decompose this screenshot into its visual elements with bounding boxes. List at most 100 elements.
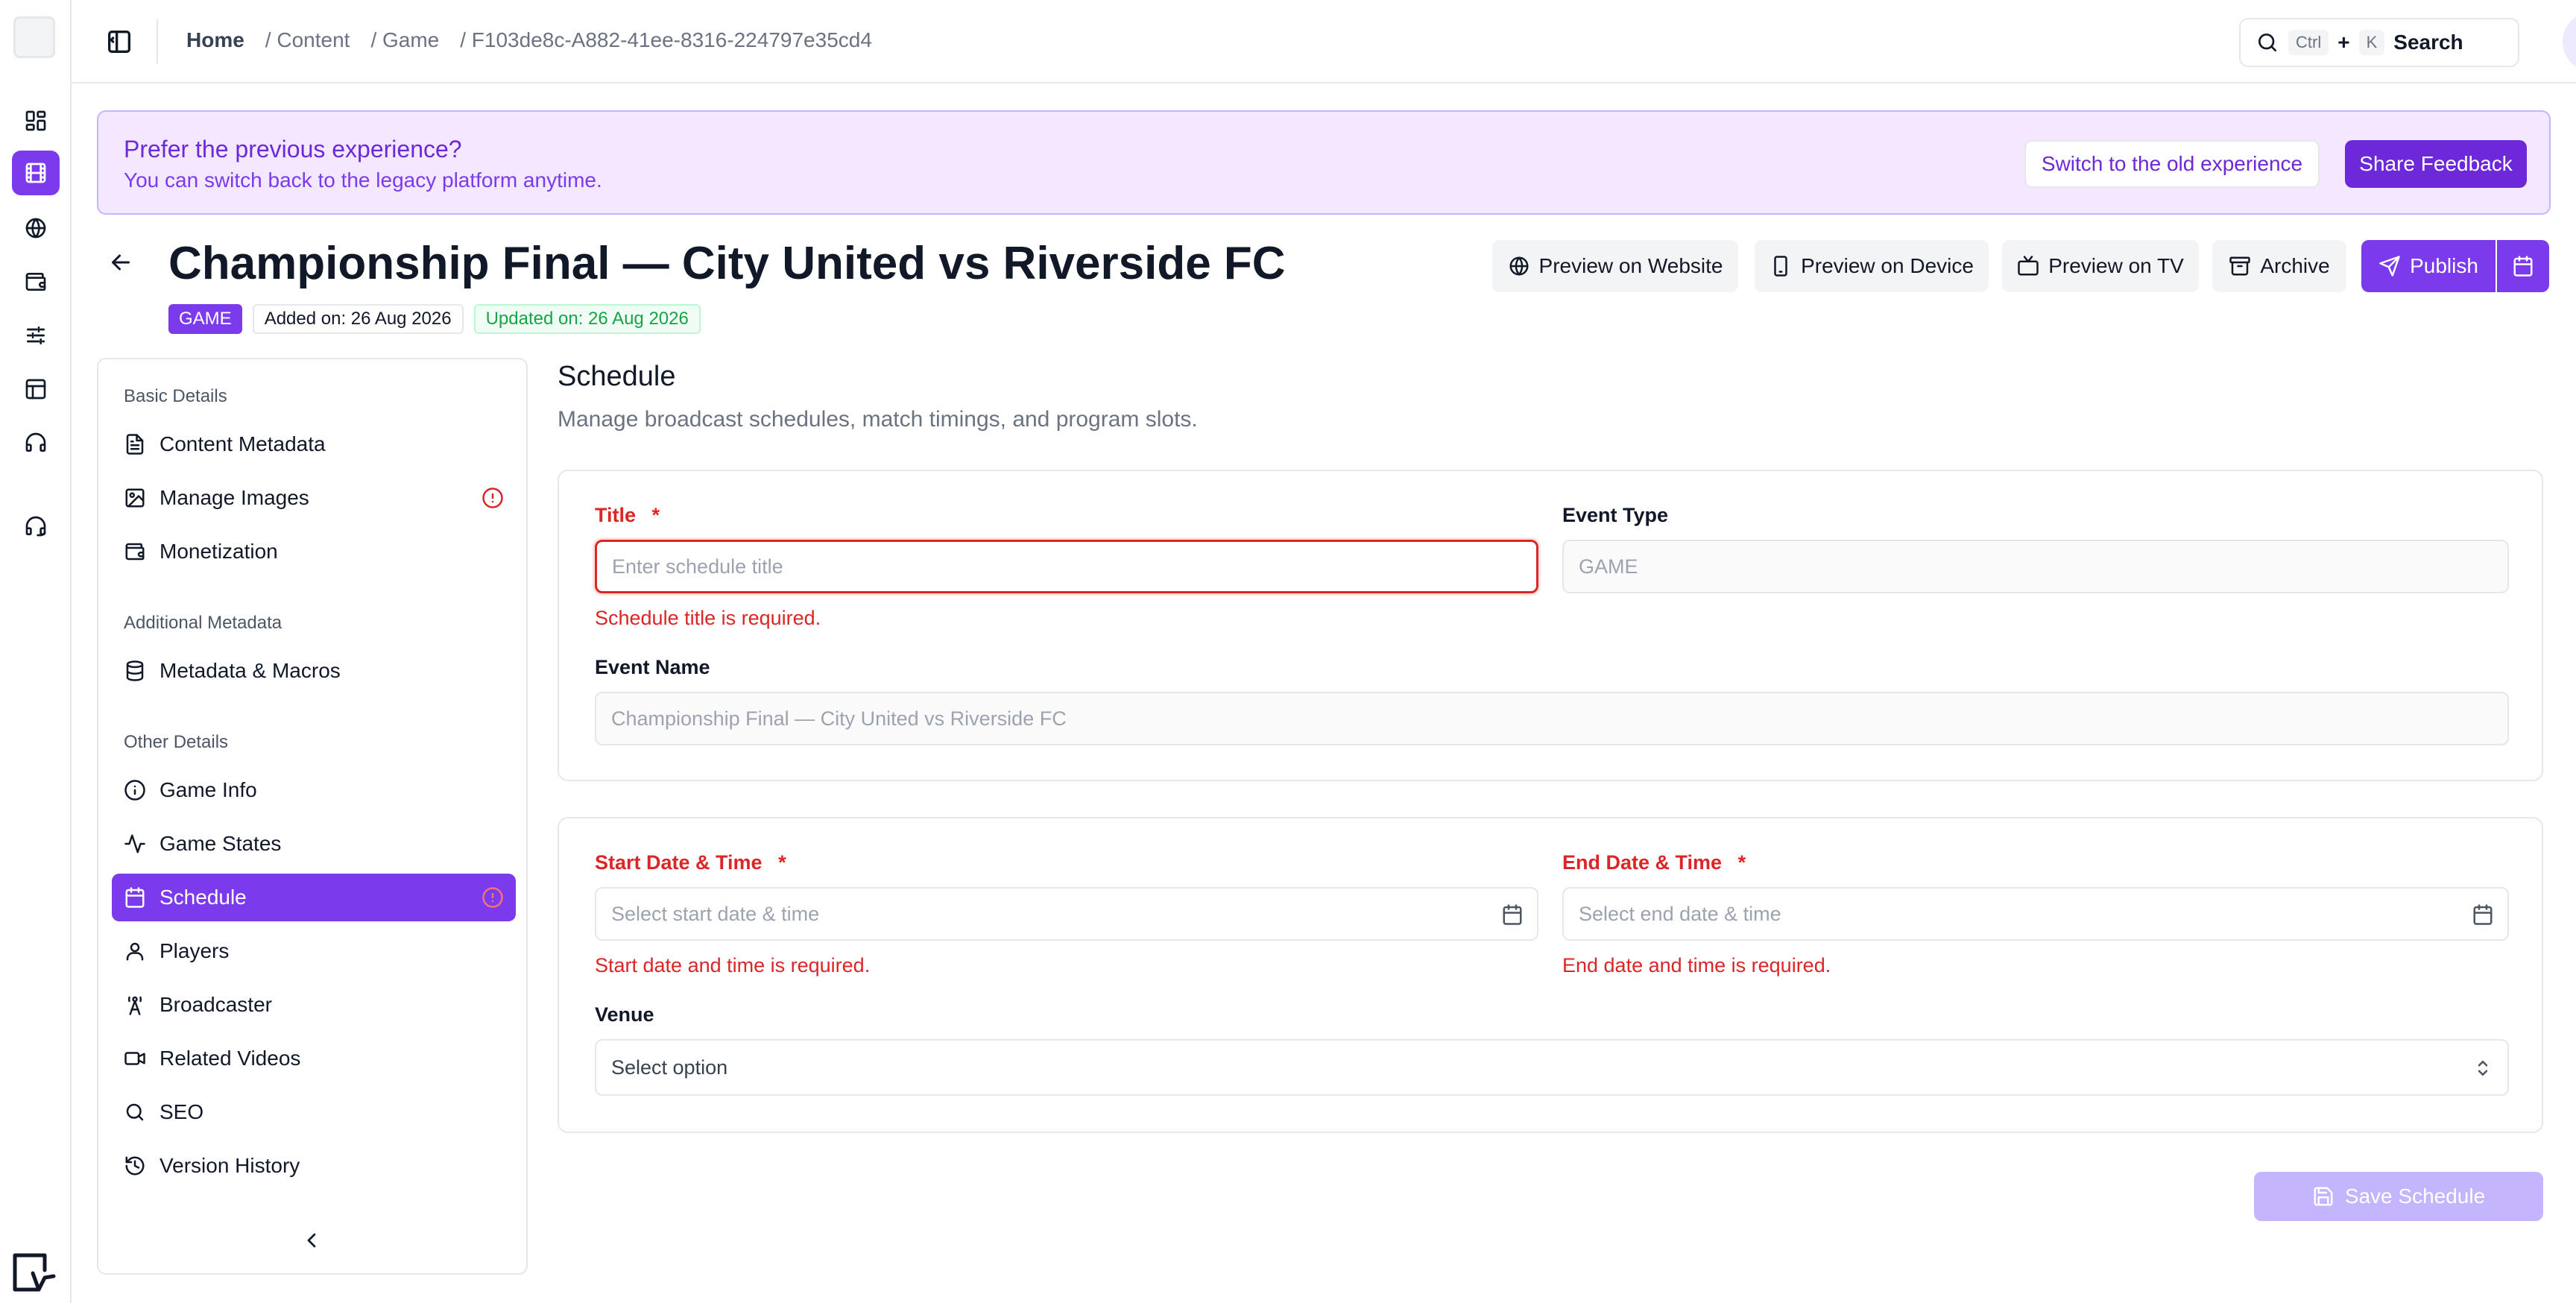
alert-circle-icon [482,887,503,908]
archive-label: Archive [2260,254,2330,277]
nav-item-related-videos[interactable]: Related Videos [112,1035,516,1082]
nav-item-monetization[interactable]: Monetization [112,528,516,575]
nav-item-label: Metadata & Macros [160,659,341,682]
start-datetime-picker[interactable]: Select start date & time [595,887,1538,941]
breadcrumb-content[interactable]: / Content [265,28,350,52]
preview-device-button[interactable]: Preview on Device [1755,240,1989,292]
smartphone-icon [1774,256,1787,277]
nav-item-label: Manage Images [160,486,309,509]
chevron-left-icon[interactable] [300,1228,323,1252]
title-placeholder: Enter schedule title [612,555,783,578]
preview-website-label: Preview on Website [1538,254,1723,277]
section-title: Schedule [558,361,676,392]
nav-item-players[interactable]: Players [112,927,516,975]
info-icon [124,780,145,801]
kbd-k: K [2358,30,2385,55]
search-button[interactable]: Ctrl + K Search [2239,18,2519,67]
end-label-text: End Date & Time [1562,851,1723,874]
divider [157,19,158,64]
sliders-icon[interactable] [12,313,60,358]
nav-item-metadata-macros[interactable]: Metadata & Macros [112,647,516,695]
image-icon [125,488,145,508]
calendar-icon [2513,256,2533,277]
support-headset-icon[interactable] [12,504,60,549]
preview-tv-label: Preview on TV [2048,254,2184,277]
breadcrumb-home[interactable]: Home [186,28,244,52]
nav-item-version-history[interactable]: Version History [112,1142,516,1190]
schedule-title-input[interactable]: Enter schedule title [595,540,1538,593]
breadcrumb: Home / Content / Game / F103de8c-A882-41… [186,28,872,52]
venue-label: Venue [595,1003,654,1026]
nav-item-game-states[interactable]: Game States [112,820,516,868]
event-type-value: GAME [1579,555,1638,578]
event-type-field: GAME [1562,540,2509,593]
venue-placeholder: Select option [611,1056,728,1079]
nav-item-manage-images[interactable]: Manage Images [112,474,516,522]
database-icon [126,660,144,681]
user-icon [126,942,144,961]
calendar-icon [1503,904,1522,925]
sidebar-toggle-icon[interactable] [104,27,134,57]
nav-item-label: Broadcaster [160,993,272,1016]
nav-item-schedule[interactable]: Schedule [112,874,516,921]
nav-item-content-metadata[interactable]: Content Metadata [112,420,516,468]
end-date-label: End Date & Time * [1562,851,1746,874]
share-feedback-button[interactable]: Share Feedback [2345,140,2527,188]
radio-tower-icon [127,996,142,1015]
title-field-label: Title * [595,504,660,527]
schedule-publish-button[interactable] [2497,240,2549,292]
preview-website-button[interactable]: Preview on Website [1492,240,1738,292]
page-title: Championship Final — City United vs Rive… [168,238,1286,289]
headphones-icon[interactable] [12,420,60,465]
start-error-message: Start date and time is required. [595,954,871,977]
banner-subtitle: You can switch back to the legacy platfo… [124,168,602,192]
app-logo[interactable] [13,16,55,58]
type-badge: GAME [168,304,242,334]
save-schedule-button[interactable]: Save Schedule [2254,1172,2543,1221]
nav-item-broadcaster[interactable]: Broadcaster [112,981,516,1029]
legacy-banner: Prefer the previous experience? You can … [97,110,2551,215]
breadcrumb-current-id: / F103de8c-A882-41ee-8316-224797e35cd4 [460,28,872,51]
nav-item-label: Content Metadata [160,432,326,455]
activity-icon [124,834,145,854]
globe-icon[interactable] [12,206,60,250]
save-schedule-label: Save Schedule [2344,1184,2486,1208]
search-icon [2258,34,2276,51]
top-bar: Home / Content / Game / F103de8c-A882-41… [72,0,2576,83]
calendar-icon [125,887,145,908]
layout-icon[interactable] [12,367,60,411]
required-mark: * [1737,851,1746,874]
event-type-label: Event Type [1562,504,1669,526]
venue-select[interactable]: Select option [595,1039,2509,1096]
start-label-text: Start Date & Time [595,851,763,874]
publish-button[interactable]: Publish [2361,240,2496,292]
wallet-icon[interactable] [12,259,60,304]
nav-item-game-info[interactable]: Game Info [112,766,516,814]
back-arrow-icon[interactable] [107,249,134,276]
updated-date-badge: Updated on: 26 Aug 2026 [473,304,701,334]
nav-item-label: Schedule [160,886,247,909]
nav-item-label: SEO [160,1100,204,1123]
section-subtitle: Manage broadcast schedules, match timing… [558,407,1198,432]
search-icon [126,1103,144,1121]
required-mark: * [778,851,786,874]
avatar[interactable]: GS [2563,12,2576,72]
publish-label: Publish [2410,254,2478,277]
section-nav: Basic Details Content Metadata Manage Im… [97,358,528,1275]
end-error-message: End date and time is required. [1562,954,1831,977]
end-datetime-picker[interactable]: Select end date & time [1562,887,2509,941]
nav-item-label: Players [160,939,230,962]
schedule-details-card: Title * Enter schedule title Schedule ti… [558,470,2543,781]
brand-mark-icon [12,1252,57,1293]
archive-button[interactable]: Archive [2212,240,2346,292]
switch-old-experience-button[interactable]: Switch to the old experience [2024,140,2320,188]
video-icon [124,1052,145,1065]
breadcrumb-game[interactable]: / Game [370,28,439,52]
content-film-icon[interactable] [12,151,60,195]
nav-item-seo[interactable]: SEO [112,1088,516,1136]
start-date-label: Start Date & Time * [595,851,786,874]
preview-tv-button[interactable]: Preview on TV [2002,240,2199,292]
tv-icon [2018,256,2039,276]
dashboard-icon[interactable] [12,98,60,143]
chevrons-up-down-icon [2478,1061,2488,1076]
